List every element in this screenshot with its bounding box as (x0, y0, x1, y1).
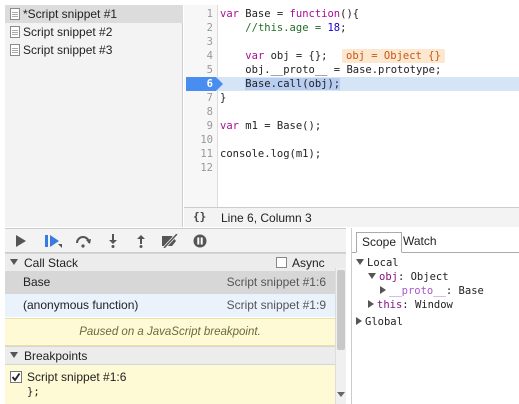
line-number: 12 (200, 162, 213, 174)
line-number: 4 (206, 50, 213, 62)
call-stack-frame[interactable]: Base Script snippet #1:6 (5, 271, 335, 294)
step-into-button[interactable] (103, 232, 123, 250)
code-line-1: var Base = function(){ (220, 8, 360, 20)
tab-scope[interactable]: Scope (356, 232, 403, 253)
code-editor[interactable]: 1 2 3 4 5 6 7 8 9 10 11 12 var Base = fu… (184, 5, 519, 207)
line-number-breakpoint: 6 (206, 78, 213, 90)
step-over-button[interactable] (73, 232, 93, 250)
expand-triangle-icon (10, 352, 18, 358)
frame-location[interactable]: Script snippet #1:9 (227, 294, 326, 317)
code-line-5: obj.__proto__ = Base.prototype; (245, 64, 442, 76)
call-stack-title: Call Stack (24, 256, 79, 270)
step-into-icon (109, 234, 117, 248)
pretty-print-icon[interactable]: {} (193, 210, 206, 223)
code-line-11: console.log(m1); (220, 148, 322, 160)
breakpoints-title: Breakpoints (24, 349, 88, 363)
call-stack-header[interactable]: Call Stack Async (5, 253, 346, 272)
scope-global[interactable]: Global (356, 316, 403, 329)
async-label: Async (292, 256, 325, 270)
paused-message: Paused on a JavaScript breakpoint. (5, 318, 335, 346)
scope-local[interactable]: Local (356, 257, 399, 270)
scope-var-obj[interactable]: obj: Object (368, 271, 449, 284)
pause-circle-icon (193, 234, 207, 248)
cursor-position: Line 6, Column 3 (221, 211, 312, 225)
resume-blue-icon (45, 235, 62, 248)
line-number: 5 (206, 64, 213, 76)
scroll-down-arrow-icon[interactable] (337, 392, 345, 397)
file-icon (10, 44, 20, 56)
play-icon (16, 235, 26, 247)
tab-watch[interactable]: Watch (398, 232, 442, 253)
step-over-icon (76, 236, 91, 248)
expand-triangle-icon (356, 259, 364, 265)
inline-variable-value: obj = Object {} (342, 49, 445, 63)
line-number: 7 (206, 92, 213, 104)
step-out-icon (137, 235, 145, 248)
editor-status-bar: {} Line 6, Column 3 (184, 207, 519, 227)
code-line-2: //this.age = 18; (245, 22, 347, 34)
sidebar-scope-panel: Scope Watch Local obj: Object __proto__:… (351, 228, 519, 404)
scrollbar-thumb[interactable] (337, 270, 345, 350)
snippet-label: Script snippet #2 (23, 25, 113, 39)
snippets-sidebar: *Script snippet #1 Script snippet #2 Scr… (5, 5, 183, 227)
snippet-item-3[interactable]: Script snippet #3 (5, 41, 183, 59)
code-line-9: var m1 = Base(); (220, 120, 322, 132)
file-icon (10, 26, 20, 38)
breakpoints-header[interactable]: Breakpoints (5, 346, 335, 365)
frame-location[interactable]: Script snippet #1:6 (227, 271, 326, 294)
debugger-toolbar (5, 228, 346, 253)
line-number: 10 (200, 134, 213, 146)
resume-button[interactable] (11, 232, 31, 250)
breakpoint-checkbox[interactable] (10, 371, 22, 383)
step-out-button[interactable] (131, 232, 151, 250)
snippet-label: *Script snippet #1 (23, 7, 118, 21)
frame-function-name: Base (23, 275, 51, 289)
collapse-triangle-icon (368, 300, 374, 308)
line-number: 1 (206, 8, 213, 20)
line-number: 9 (206, 120, 213, 132)
async-checkbox[interactable] (276, 257, 287, 268)
snippet-item-1[interactable]: *Script snippet #1 (5, 5, 183, 23)
line-number: 2 (206, 22, 213, 34)
pause-on-exceptions-button[interactable] (190, 232, 210, 250)
code-line-7: } (220, 92, 227, 104)
line-number: 3 (206, 36, 213, 48)
pause-resume-button[interactable] (43, 232, 63, 250)
scope-var-proto[interactable]: __proto__: Base (380, 285, 484, 298)
breakpoint-label: Script snippet #1:6 (27, 370, 127, 384)
code-line-4: var obj = {}; (245, 50, 328, 62)
frame-function-name: (anonymous function) (23, 298, 139, 312)
scope-var-this[interactable]: this: Window (368, 299, 453, 312)
breakpoint-off-icon (162, 234, 179, 248)
code-line-6: Base.call(obj); (245, 78, 341, 90)
breakpoint-entry[interactable]: Script snippet #1:6 }; (5, 365, 335, 404)
expand-triangle-icon (368, 273, 376, 279)
collapse-triangle-icon (380, 286, 386, 294)
line-number: 11 (200, 148, 213, 160)
collapse-triangle-icon (356, 317, 362, 325)
snippet-label: Script snippet #3 (23, 43, 113, 57)
checkmark-icon (11, 372, 21, 382)
expand-triangle-icon (10, 259, 18, 265)
file-icon (10, 8, 20, 20)
call-stack-frame[interactable]: (anonymous function) Script snippet #1:9 (5, 294, 335, 317)
line-number: 8 (206, 106, 213, 118)
snippet-item-2[interactable]: Script snippet #2 (5, 23, 183, 41)
breakpoint-code: }; (27, 386, 40, 398)
deactivate-breakpoints-button[interactable] (160, 232, 180, 250)
